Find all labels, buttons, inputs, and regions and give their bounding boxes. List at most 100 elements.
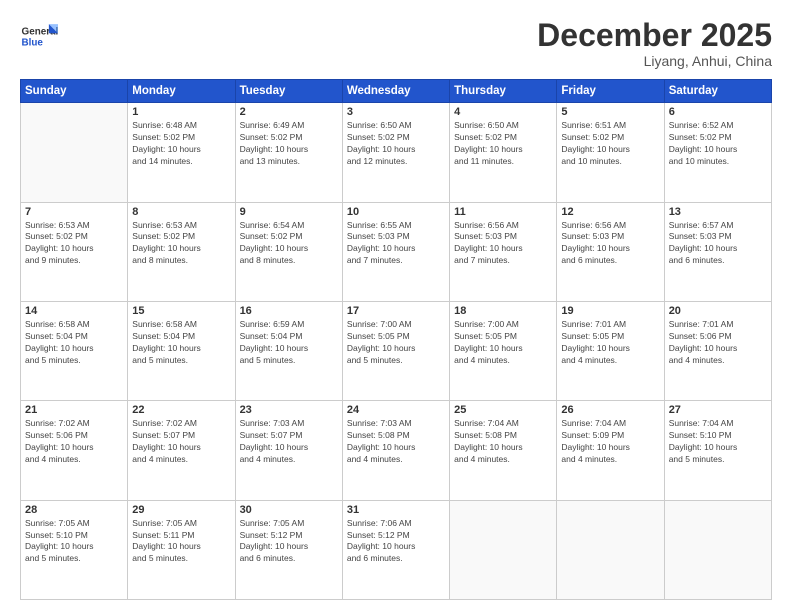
day-number: 16	[240, 305, 338, 317]
table-row: 4 Sunrise: 6:50 AM Sunset: 5:02 PM Daylig…	[450, 103, 557, 202]
table-row: 7 Sunrise: 6:53 AM Sunset: 5:02 PM Daylig…	[21, 202, 128, 301]
day-info: Sunrise: 7:02 AM Sunset: 5:06 PM Dayligh…	[25, 418, 123, 466]
day-number: 10	[347, 206, 445, 218]
day-number: 12	[561, 206, 659, 218]
day-info: Sunrise: 7:03 AM Sunset: 5:08 PM Dayligh…	[347, 418, 445, 466]
day-number: 7	[25, 206, 123, 218]
table-row: 16Sunrise: 6:59 AM Sunset: 5:04 PM Dayli…	[235, 301, 342, 400]
day-info: Sunrise: 7:02 AM Sunset: 5:07 PM Dayligh…	[132, 418, 230, 466]
table-row: 27Sunrise: 7:04 AM Sunset: 5:10 PM Dayli…	[664, 401, 771, 500]
day-info: Sunrise: 6:54 AM Sunset: 5:02 PM Dayligh…	[240, 220, 338, 268]
col-wednesday: Wednesday	[342, 80, 449, 103]
day-info: Sunrise: 7:01 AM Sunset: 5:06 PM Dayligh…	[669, 319, 767, 367]
day-info: Sunrise: 7:01 AM Sunset: 5:05 PM Dayligh…	[561, 319, 659, 367]
day-number: 31	[347, 504, 445, 516]
day-info: Sunrise: 6:53 AM Sunset: 5:02 PM Dayligh…	[132, 220, 230, 268]
col-saturday: Saturday	[664, 80, 771, 103]
calendar-week-row: 14 Sunrise: 6:58 AM Sunset: 5:04 PM Dayli…	[21, 301, 772, 400]
day-number: 20	[669, 305, 767, 317]
day-info: Sunrise: 6:51 AM Sunset: 5:02 PM Dayligh…	[561, 120, 659, 168]
day-info: Sunrise: 7:05 AM Sunset: 5:12 PM Dayligh…	[240, 518, 338, 566]
table-row: 5 Sunrise: 6:51 AM Sunset: 5:02 PM Daylig…	[557, 103, 664, 202]
table-row: 24 Sunrise: 7:03 AM Sunset: 5:08 PM Dayli…	[342, 401, 449, 500]
svg-text:Blue: Blue	[22, 37, 44, 48]
day-info: Sunrise: 6:53 AM Sunset: 5:02 PM Dayligh…	[25, 220, 123, 268]
table-row: 9 Sunrise: 6:54 AM Sunset: 5:02 PM Daylig…	[235, 202, 342, 301]
col-sunday: Sunday	[21, 80, 128, 103]
day-number: 18	[454, 305, 552, 317]
table-row: 15 Sunrise: 6:58 AM Sunset: 5:04 PM Dayli…	[128, 301, 235, 400]
day-number: 22	[132, 404, 230, 416]
day-info: Sunrise: 6:55 AM Sunset: 5:03 PM Dayligh…	[347, 220, 445, 268]
table-row: 19 Sunrise: 7:01 AM Sunset: 5:05 PM Dayli…	[557, 301, 664, 400]
day-info: Sunrise: 6:50 AM Sunset: 5:02 PM Dayligh…	[347, 120, 445, 168]
table-row: 26Sunrise: 7:04 AM Sunset: 5:09 PM Dayli…	[557, 401, 664, 500]
month-title: December 2025	[537, 18, 772, 53]
table-row: 10 Sunrise: 6:55 AM Sunset: 5:03 PM Dayli…	[342, 202, 449, 301]
day-info: Sunrise: 6:58 AM Sunset: 5:04 PM Dayligh…	[25, 319, 123, 367]
title-block: December 2025 Liyang, Anhui, China	[537, 18, 772, 69]
day-number: 23	[240, 404, 338, 416]
logo-icon: General Blue	[20, 18, 58, 56]
col-monday: Monday	[128, 80, 235, 103]
day-number: 14	[25, 305, 123, 317]
table-row: 3 Sunrise: 6:50 AM Sunset: 5:02 PM Daylig…	[342, 103, 449, 202]
day-number: 19	[561, 305, 659, 317]
day-info: Sunrise: 6:49 AM Sunset: 5:02 PM Dayligh…	[240, 120, 338, 168]
day-number: 8	[132, 206, 230, 218]
calendar-week-row: 21Sunrise: 7:02 AM Sunset: 5:06 PM Dayli…	[21, 401, 772, 500]
day-info: Sunrise: 6:48 AM Sunset: 5:02 PM Dayligh…	[132, 120, 230, 168]
table-row: 29 Sunrise: 7:05 AM Sunset: 5:11 PM Dayli…	[128, 500, 235, 599]
day-number: 24	[347, 404, 445, 416]
day-number: 27	[669, 404, 767, 416]
table-row: 8 Sunrise: 6:53 AM Sunset: 5:02 PM Daylig…	[128, 202, 235, 301]
day-info: Sunrise: 7:05 AM Sunset: 5:11 PM Dayligh…	[132, 518, 230, 566]
day-info: Sunrise: 7:03 AM Sunset: 5:07 PM Dayligh…	[240, 418, 338, 466]
table-row	[664, 500, 771, 599]
day-number: 1	[132, 106, 230, 118]
day-number: 29	[132, 504, 230, 516]
table-row: 30Sunrise: 7:05 AM Sunset: 5:12 PM Dayli…	[235, 500, 342, 599]
table-row	[21, 103, 128, 202]
day-number: 26	[561, 404, 659, 416]
day-number: 17	[347, 305, 445, 317]
table-row: 20 Sunrise: 7:01 AM Sunset: 5:06 PM Dayli…	[664, 301, 771, 400]
day-info: Sunrise: 7:06 AM Sunset: 5:12 PM Dayligh…	[347, 518, 445, 566]
day-number: 2	[240, 106, 338, 118]
day-number: 5	[561, 106, 659, 118]
table-row: 21Sunrise: 7:02 AM Sunset: 5:06 PM Dayli…	[21, 401, 128, 500]
col-friday: Friday	[557, 80, 664, 103]
day-number: 9	[240, 206, 338, 218]
day-info: Sunrise: 7:00 AM Sunset: 5:05 PM Dayligh…	[347, 319, 445, 367]
day-number: 11	[454, 206, 552, 218]
day-info: Sunrise: 6:58 AM Sunset: 5:04 PM Dayligh…	[132, 319, 230, 367]
day-number: 3	[347, 106, 445, 118]
day-info: Sunrise: 6:50 AM Sunset: 5:02 PM Dayligh…	[454, 120, 552, 168]
table-row: 25Sunrise: 7:04 AM Sunset: 5:08 PM Dayli…	[450, 401, 557, 500]
day-number: 4	[454, 106, 552, 118]
table-row: 14 Sunrise: 6:58 AM Sunset: 5:04 PM Dayli…	[21, 301, 128, 400]
calendar-week-row: 28Sunrise: 7:05 AM Sunset: 5:10 PM Dayli…	[21, 500, 772, 599]
day-info: Sunrise: 7:05 AM Sunset: 5:10 PM Dayligh…	[25, 518, 123, 566]
day-info: Sunrise: 6:56 AM Sunset: 5:03 PM Dayligh…	[454, 220, 552, 268]
col-thursday: Thursday	[450, 80, 557, 103]
table-row: 22 Sunrise: 7:02 AM Sunset: 5:07 PM Dayli…	[128, 401, 235, 500]
table-row: 1 Sunrise: 6:48 AM Sunset: 5:02 PM Daylig…	[128, 103, 235, 202]
table-row: 13Sunrise: 6:57 AM Sunset: 5:03 PM Dayli…	[664, 202, 771, 301]
day-info: Sunrise: 6:57 AM Sunset: 5:03 PM Dayligh…	[669, 220, 767, 268]
day-number: 15	[132, 305, 230, 317]
table-row: 23 Sunrise: 7:03 AM Sunset: 5:07 PM Dayli…	[235, 401, 342, 500]
calendar-header-row: Sunday Monday Tuesday Wednesday Thursday…	[21, 80, 772, 103]
day-info: Sunrise: 7:04 AM Sunset: 5:08 PM Dayligh…	[454, 418, 552, 466]
day-info: Sunrise: 6:56 AM Sunset: 5:03 PM Dayligh…	[561, 220, 659, 268]
table-row: 6Sunrise: 6:52 AM Sunset: 5:02 PM Daylig…	[664, 103, 771, 202]
day-info: Sunrise: 7:00 AM Sunset: 5:05 PM Dayligh…	[454, 319, 552, 367]
logo: General Blue	[20, 18, 58, 56]
header: General Blue December 2025 Liyang, Anhui…	[20, 18, 772, 69]
table-row: 12 Sunrise: 6:56 AM Sunset: 5:03 PM Dayli…	[557, 202, 664, 301]
table-row	[557, 500, 664, 599]
table-row: 2 Sunrise: 6:49 AM Sunset: 5:02 PM Daylig…	[235, 103, 342, 202]
location: Liyang, Anhui, China	[537, 53, 772, 69]
table-row: 31 Sunrise: 7:06 AM Sunset: 5:12 PM Dayli…	[342, 500, 449, 599]
table-row: 18 Sunrise: 7:00 AM Sunset: 5:05 PM Dayli…	[450, 301, 557, 400]
